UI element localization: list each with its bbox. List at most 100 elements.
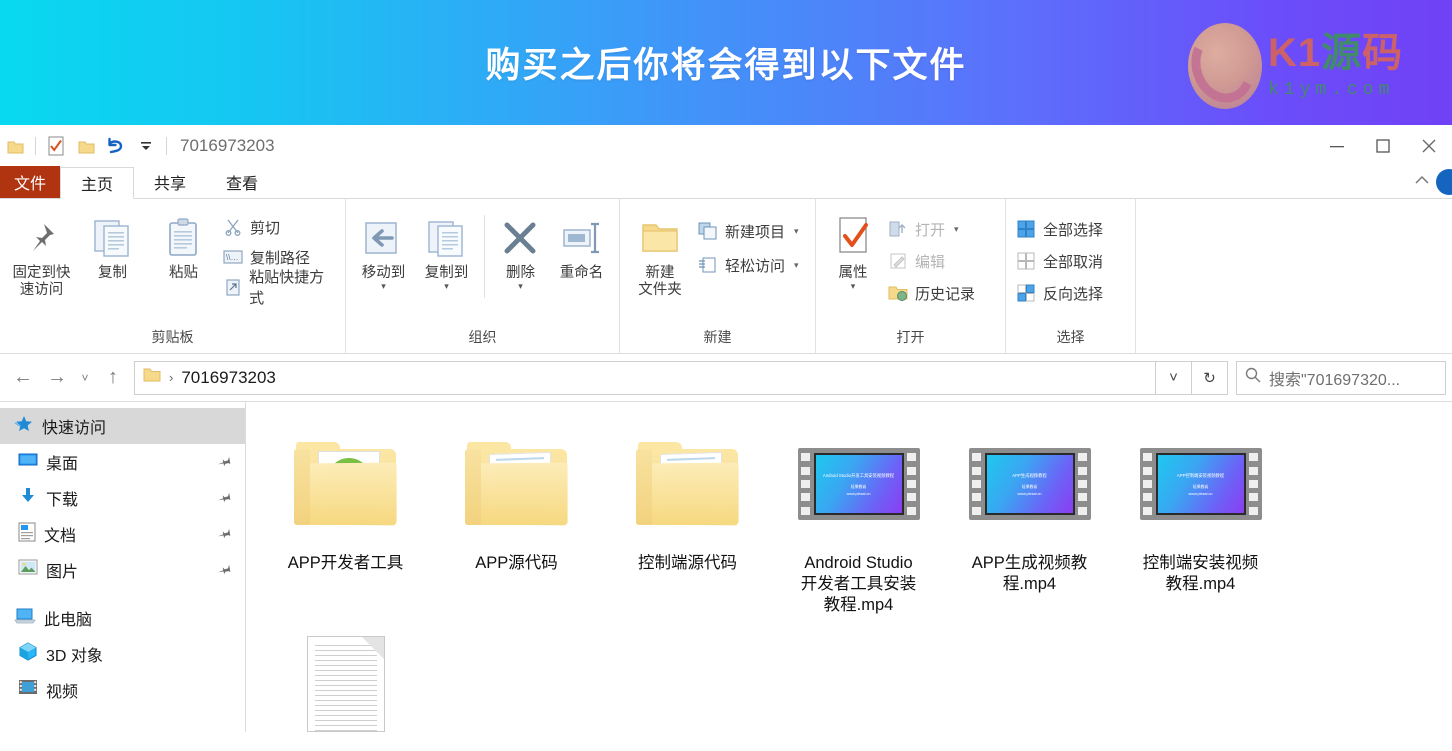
folder-icon: [143, 367, 161, 388]
undo-icon[interactable]: [101, 130, 131, 162]
sidebar-item-this-pc[interactable]: 此电脑: [0, 600, 245, 636]
address-dropdown-button[interactable]: ˅: [1156, 361, 1192, 395]
video-thumb-sub: 轻果教诚: [1193, 485, 1208, 490]
easy-access-label: 轻松访问: [725, 255, 785, 276]
properties-icon[interactable]: [41, 130, 71, 162]
new-item-button[interactable]: 新建项目 ▾: [694, 219, 803, 243]
pin-to-quick-access-button[interactable]: 固定到快 速访问: [6, 205, 77, 299]
sidebar-item-videos[interactable]: 视频: [0, 672, 245, 708]
sidebar-item-pictures[interactable]: 图片: [0, 552, 245, 588]
tab-view[interactable]: 查看: [206, 166, 278, 198]
paste-icon: [164, 213, 204, 263]
pin-icon[interactable]: [213, 523, 234, 545]
delete-button[interactable]: 删除 ▾: [491, 205, 550, 289]
history-label: 历史记录: [915, 283, 975, 304]
file-item[interactable]: APP控制端安装视频教程 轻果教诚 www.plesai.cn 控制端安装视频 …: [1115, 416, 1286, 616]
new-folder-icon[interactable]: [71, 130, 101, 162]
chevron-down-icon: ▾: [794, 226, 799, 237]
watermark-k1-text: K1: [1268, 31, 1321, 75]
easy-access-button[interactable]: 轻松访问 ▾: [694, 253, 803, 277]
sidebar-item-3d-objects[interactable]: 3D 对象: [0, 636, 245, 672]
close-button[interactable]: [1406, 125, 1452, 167]
easy-access-icon: [698, 255, 718, 275]
copy-to-label: 复制到: [425, 265, 469, 282]
file-item[interactable]: 控制端源代码: [602, 416, 773, 616]
address-breadcrumb-field[interactable]: › 7016973203: [134, 361, 1156, 395]
select-none-button[interactable]: 全部取消: [1012, 249, 1107, 273]
minimize-button[interactable]: [1314, 125, 1360, 167]
pin-icon[interactable]: [213, 451, 234, 473]
sidebar-item-desktop[interactable]: 桌面: [0, 444, 245, 480]
copy-to-button[interactable]: 复制到 ▾: [415, 205, 478, 289]
refresh-button[interactable]: ↻: [1192, 361, 1228, 395]
up-button[interactable]: ↑: [96, 361, 130, 395]
downloads-icon: [18, 487, 38, 510]
move-to-button[interactable]: 移动到 ▾: [352, 205, 415, 289]
open-label: 打开: [915, 219, 945, 240]
search-placeholder-text: 搜索"701697320...: [1269, 366, 1400, 390]
divider: [484, 215, 485, 298]
help-button[interactable]: [1436, 169, 1452, 195]
recent-locations-chevron-down-icon[interactable]: ˅: [74, 361, 96, 395]
new-folder-button[interactable]: 新建 文件夹: [626, 205, 694, 299]
invert-selection-button[interactable]: 反向选择: [1012, 281, 1107, 305]
rename-button[interactable]: 重命名: [550, 205, 613, 282]
this-pc-icon: [14, 607, 36, 630]
video-thumb-sub: 轻果教诚: [1022, 485, 1037, 490]
collapse-ribbon-chevron-up-icon[interactable]: [1412, 173, 1432, 192]
video-thumb-url: www.plesai.cn: [1017, 492, 1041, 496]
paste-shortcut-button[interactable]: 粘贴快捷方式: [219, 275, 339, 299]
new-folder-icon: [639, 213, 681, 263]
sidebar-item-downloads[interactable]: 下载: [0, 480, 245, 516]
properties-button[interactable]: 属性 ▾: [822, 205, 884, 289]
sidebar-item-quick-access[interactable]: 快速访问: [0, 408, 245, 444]
new-small-commands: 新建项目 ▾ 轻松访问 ▾: [694, 205, 803, 277]
video-file-icon: APP控制端安装视频教程 轻果教诚 www.plesai.cn: [1140, 420, 1262, 548]
move-to-label: 移动到: [362, 265, 406, 282]
search-input[interactable]: 搜索"701697320...: [1236, 361, 1446, 395]
open-icon: [888, 219, 908, 239]
folder-icon[interactable]: [0, 130, 30, 162]
breadcrumb-current[interactable]: 7016973203: [181, 368, 276, 388]
file-item[interactable]: APP开发者工具: [260, 416, 431, 616]
copy-path-icon: \\…: [223, 247, 243, 267]
move-to-icon: [362, 213, 404, 263]
cut-icon: [223, 217, 243, 237]
tab-share[interactable]: 共享: [134, 166, 206, 198]
paste-shortcut-icon: [223, 277, 242, 297]
customize-qat-chevron-down-icon[interactable]: [131, 130, 161, 162]
maximize-button[interactable]: [1360, 125, 1406, 167]
clipboard-small-commands: 剪切 \\… 复制路径 粘贴快捷方式: [219, 205, 339, 299]
file-item[interactable]: 使用步骤.txt: [260, 616, 431, 732]
sidebar-item-documents[interactable]: 文档: [0, 516, 245, 552]
promo-title: 购买之后你将会得到以下文件: [485, 37, 966, 88]
pin-icon[interactable]: [213, 487, 234, 509]
properties-label: 属性: [839, 265, 868, 282]
chevron-down-icon: ▾: [381, 283, 386, 289]
tab-home[interactable]: 主页: [60, 167, 134, 199]
ribbon-group-clipboard: 固定到快 速访问 复制: [0, 199, 346, 353]
paste-button[interactable]: 粘贴: [148, 205, 219, 282]
history-button[interactable]: 历史记录: [884, 281, 979, 305]
folder-icon: [636, 420, 740, 548]
text-file-icon: [307, 620, 385, 732]
open-button[interactable]: 打开 ▾: [884, 217, 979, 241]
select-none-icon: [1016, 251, 1036, 271]
history-icon: [888, 283, 908, 303]
video-thumb-title: Android Studio开发工具安装视频教程: [823, 473, 894, 479]
copy-button[interactable]: 复制: [77, 205, 148, 282]
file-item[interactable]: Android Studio开发工具安装视频教程 轻果教诚 www.plesai…: [773, 416, 944, 616]
file-list-view[interactable]: APP开发者工具 APP源代码: [246, 402, 1452, 732]
back-button[interactable]: ←: [6, 361, 40, 395]
pin-icon[interactable]: [213, 559, 234, 581]
forward-button[interactable]: →: [40, 361, 74, 395]
navigation-pane[interactable]: 快速访问 桌面 下载 文档: [0, 402, 246, 732]
cut-button[interactable]: 剪切: [219, 215, 339, 239]
select-all-label: 全部选择: [1043, 219, 1103, 240]
tab-file[interactable]: 文件: [0, 166, 60, 198]
file-item[interactable]: APP源代码: [431, 416, 602, 616]
quick-access-star-icon: [14, 415, 34, 438]
edit-button[interactable]: 编辑: [884, 249, 979, 273]
select-all-button[interactable]: 全部选择: [1012, 217, 1107, 241]
file-item[interactable]: APP生成视频教程 轻果教诚 www.plesai.cn APP生成视频教 程.…: [944, 416, 1115, 616]
